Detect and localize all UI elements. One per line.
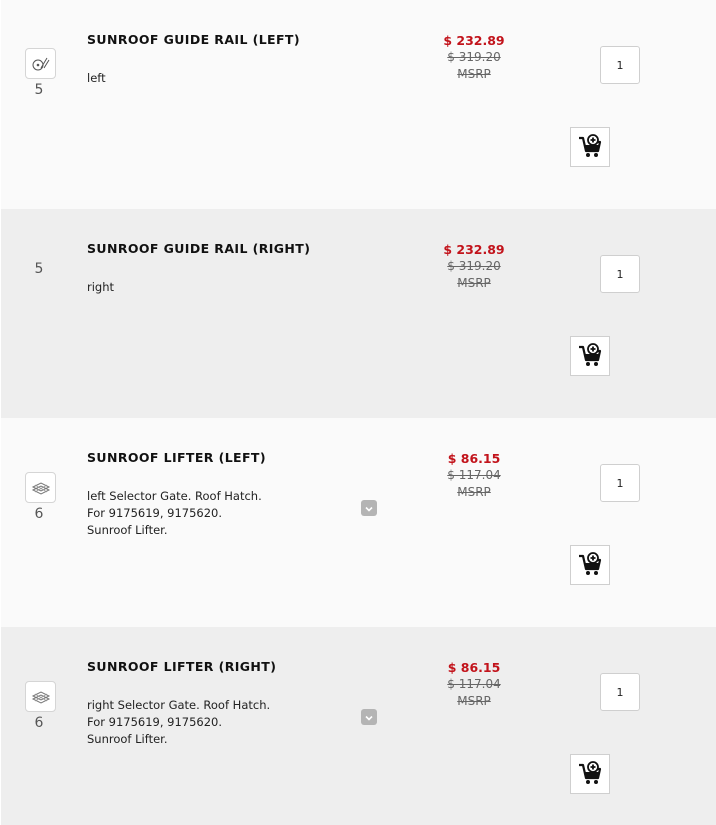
msrp-label: MSRP	[457, 67, 491, 81]
price-block: $ 86.15 $ 117.04 MSRP	[424, 659, 524, 710]
cart-plus-icon	[577, 133, 603, 162]
part-row: 6 SUNROOF LIFTER (RIGHT) right Selector …	[1, 627, 716, 825]
add-to-cart-button[interactable]	[570, 127, 610, 167]
part-description: left Selector Gate. Roof Hatch. For 9175…	[87, 488, 262, 539]
quantity-input[interactable]	[600, 464, 640, 502]
price-block: $ 232.89 $ 319.20 MSRP	[424, 241, 524, 292]
sale-price: $ 232.89	[443, 242, 505, 257]
price-block: $ 232.89 $ 319.20 MSRP	[424, 32, 524, 83]
sale-price: $ 232.89	[443, 33, 505, 48]
add-to-cart-button[interactable]	[570, 336, 610, 376]
msrp-price: $ 319.20	[447, 50, 501, 64]
msrp-price: $ 117.04	[447, 677, 501, 691]
part-row: 6 SUNROOF LIFTER (LEFT) left Selector Ga…	[1, 418, 716, 627]
part-title: SUNROOF GUIDE RAIL (LEFT)	[87, 32, 300, 47]
reference-number: 5	[34, 82, 44, 98]
msrp-label: MSRP	[457, 276, 491, 290]
part-title: SUNROOF LIFTER (LEFT)	[87, 450, 266, 465]
cart-plus-icon	[577, 342, 603, 371]
quantity-input[interactable]	[600, 46, 640, 84]
cart-plus-icon	[577, 551, 603, 580]
description-line: Sunroof Lifter.	[87, 523, 168, 537]
add-to-cart-button[interactable]	[570, 545, 610, 585]
reference-number: 5	[34, 261, 44, 277]
sale-price: $ 86.15	[447, 451, 501, 466]
part-row: 5 SUNROOF GUIDE RAIL (LEFT) left $ 232.8…	[1, 0, 716, 209]
msrp-label: MSRP	[457, 485, 491, 499]
description-line: right Selector Gate. Roof Hatch.	[87, 698, 271, 712]
description-line: right	[87, 280, 115, 294]
sale-price: $ 86.15	[447, 660, 501, 675]
description-line: left Selector Gate. Roof Hatch.	[87, 489, 262, 503]
description-line: Sunroof Lifter.	[87, 732, 168, 746]
quantity-input[interactable]	[600, 255, 640, 293]
chevron-down-icon	[364, 708, 374, 727]
part-title: SUNROOF LIFTER (RIGHT)	[87, 659, 277, 674]
add-to-cart-button[interactable]	[570, 754, 610, 794]
msrp-price: $ 319.20	[447, 259, 501, 273]
part-description: right	[87, 279, 114, 296]
price-block: $ 86.15 $ 117.04 MSRP	[424, 450, 524, 501]
part-description: left	[87, 70, 106, 87]
expand-description-button[interactable]	[361, 709, 377, 725]
part-row: 5 SUNROOF GUIDE RAIL (RIGHT) right $ 232…	[1, 209, 716, 418]
expand-description-button[interactable]	[361, 500, 377, 516]
chevron-down-icon	[364, 499, 374, 518]
quantity-input[interactable]	[600, 673, 640, 711]
description-line: left	[87, 71, 106, 85]
parts-list: 5 SUNROOF GUIDE RAIL (LEFT) left $ 232.8…	[1, 0, 716, 825]
part-title: SUNROOF GUIDE RAIL (RIGHT)	[87, 241, 311, 256]
sunroof-lifter-diagram-icon[interactable]	[25, 472, 56, 503]
description-line: For 9175619, 9175620.	[87, 715, 223, 729]
sunroof-rail-diagram-icon[interactable]	[25, 48, 56, 79]
part-description: right Selector Gate. Roof Hatch. For 917…	[87, 697, 270, 748]
reference-number: 6	[34, 715, 44, 731]
reference-number: 6	[34, 506, 44, 522]
cart-plus-icon	[577, 760, 603, 789]
description-line: For 9175619, 9175620.	[87, 506, 223, 520]
msrp-label: MSRP	[457, 694, 491, 708]
msrp-price: $ 117.04	[447, 468, 501, 482]
sunroof-lifter-diagram-icon[interactable]	[25, 681, 56, 712]
